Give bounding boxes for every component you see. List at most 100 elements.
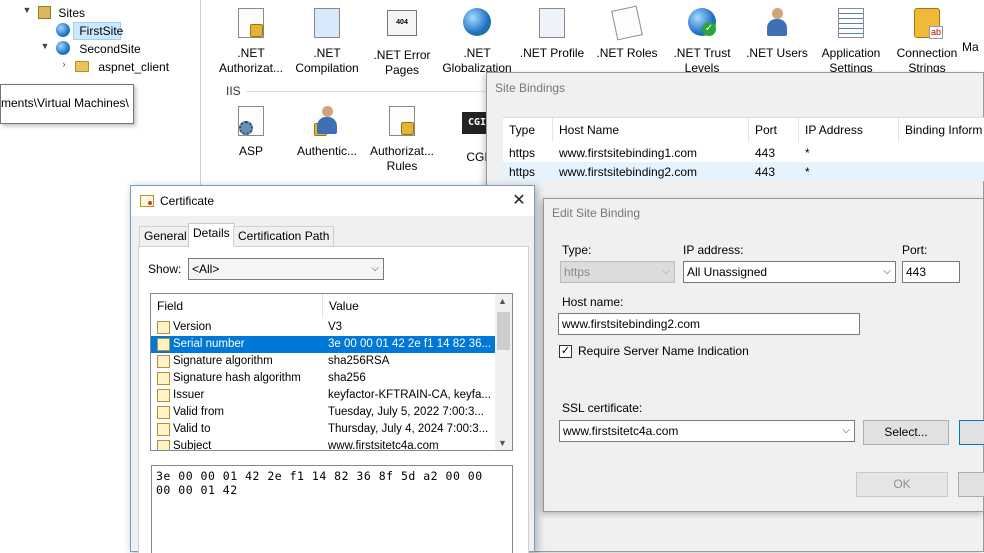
feature-net-profile[interactable]: .NET Profile	[512, 6, 592, 61]
close-icon[interactable]: ✕	[508, 190, 530, 212]
field-icon	[157, 389, 170, 402]
list-item[interactable]: Valid to Thursday, July 4, 2024 7:00:3..…	[151, 421, 495, 438]
field-name: Version	[173, 321, 212, 333]
feature-net-authorization[interactable]: .NET Authorizat...	[211, 6, 291, 76]
chevron-down-icon[interactable]: ▼	[22, 5, 32, 15]
column-header-type[interactable]: Type	[503, 118, 553, 142]
tree-item-app-pools[interactable]: · · ·	[18, 0, 37, 4]
host-name-field[interactable]: www.firstsitebinding2.com	[558, 313, 860, 335]
tab-certification-path[interactable]: Certification Path	[233, 226, 335, 246]
tree-item-firstsite[interactable]: FirstSite	[56, 22, 123, 40]
ssl-certificate-label: SSL certificate:	[562, 401, 643, 415]
tree-item-sites[interactable]: Sites	[38, 4, 85, 22]
chevron-right-icon[interactable]: ›	[59, 59, 69, 69]
dialog-title: Site Bindings	[495, 81, 566, 95]
sni-checkbox[interactable]: ✓	[559, 345, 572, 358]
feature-label: Authentic...	[296, 144, 358, 158]
list-item[interactable]: Signature algorithm sha256RSA	[151, 353, 495, 370]
scroll-up-icon[interactable]: ▲	[498, 296, 507, 306]
field-name: Issuer	[173, 389, 205, 401]
feature-authentication[interactable]: Authentic...	[287, 104, 367, 159]
feature-label: .NET	[237, 46, 265, 60]
tree-item-aspnet-client[interactable]: aspnet_client	[75, 58, 169, 76]
feature-application-settings[interactable]: Application Settings	[811, 6, 891, 76]
field-icon	[157, 423, 170, 436]
chevron-down-icon: ⌵	[842, 425, 850, 436]
ip-address-value: All Unassigned	[687, 265, 768, 279]
table-cell[interactable]: 443	[749, 163, 775, 182]
feature-net-error-pages[interactable]: 404 .NET Error Pages	[362, 6, 442, 78]
field-name: Valid from	[173, 406, 224, 418]
feature-net-globalization[interactable]: .NET Globalization	[437, 6, 517, 76]
feature-label: Pages	[384, 63, 420, 77]
feature-label: .NET Roles	[596, 46, 658, 60]
table-cell[interactable]: *	[799, 144, 810, 163]
table-cell[interactable]: https	[503, 144, 535, 163]
feature-asp[interactable]: ASP	[211, 104, 291, 159]
net-roles-icon	[611, 5, 643, 41]
chevron-down-icon[interactable]: ▼	[40, 41, 50, 51]
select-certificate-button[interactable]: Select...	[863, 420, 949, 445]
dialog-title: Certificate	[160, 194, 215, 208]
list-item[interactable]: Version V3	[151, 319, 495, 336]
field-value-textbox[interactable]: 3e 00 00 01 42 2e f1 14 82 36 8f 5d a2 0…	[151, 465, 513, 553]
column-header-port[interactable]: Port	[749, 118, 799, 142]
tab-details[interactable]: Details	[188, 223, 235, 247]
feature-label: .NET Error	[373, 48, 431, 62]
column-header-value[interactable]: Value	[323, 294, 495, 318]
feature-net-trust-levels[interactable]: ✓ .NET Trust Levels	[662, 6, 742, 76]
list-item[interactable]: Signature hash algorithm sha256	[151, 370, 495, 387]
feature-net-compilation[interactable]: .NET Compilation	[287, 6, 367, 76]
net-error-pages-icon: 404	[387, 10, 417, 36]
certificate-icon	[140, 195, 154, 207]
field-icon	[157, 406, 170, 419]
ssl-certificate-value: www.firstsitetc4a.com	[563, 424, 679, 438]
table-cell[interactable]: www.firstsitebinding1.com	[553, 144, 697, 163]
ip-address-dropdown[interactable]: All Unassigned ⌵	[683, 261, 896, 283]
tree-item-label: aspnet_client	[98, 60, 170, 74]
host-name-label: Host name:	[562, 295, 624, 309]
show-dropdown[interactable]: <All> ⌵	[188, 258, 384, 280]
field-icon	[157, 355, 170, 368]
ssl-certificate-dropdown[interactable]: www.firstsitetc4a.com ⌵	[559, 420, 855, 442]
table-cell[interactable]: 443	[749, 144, 775, 163]
field-value: sha256RSA	[328, 355, 390, 367]
list-item-selected[interactable]: Serial number 3e 00 00 01 42 2e f1 14 82…	[151, 336, 495, 353]
asp-icon	[238, 106, 264, 136]
list-item[interactable]: Valid from Tuesday, July 5, 2022 7:00:3.…	[151, 404, 495, 421]
feature-machine-key[interactable]: Ma	[962, 6, 984, 55]
port-field[interactable]: 443	[902, 261, 960, 283]
field-icon	[157, 440, 170, 450]
scrollbar-thumb[interactable]	[497, 312, 510, 350]
feature-connection-strings[interactable]: ab Connection Strings	[887, 6, 967, 76]
ok-button[interactable]: OK	[856, 472, 948, 497]
field-value: Tuesday, July 5, 2022 7:00:3...	[328, 406, 484, 418]
column-header-ip-address[interactable]: IP Address	[799, 118, 899, 142]
dialog-title: Edit Site Binding	[552, 206, 641, 220]
column-header-host-name[interactable]: Host Name	[553, 118, 749, 142]
fields-list: Field Value Version V3 Serial number 3e …	[150, 293, 513, 451]
feature-authorization-rules[interactable]: Authorizat... Rules	[362, 104, 442, 174]
scroll-down-icon[interactable]: ▼	[498, 438, 507, 448]
feature-label: Application	[821, 46, 881, 60]
feature-net-users[interactable]: .NET Users	[737, 6, 817, 61]
feature-label: Authorizat...	[218, 61, 284, 75]
list-item[interactable]: Subject www.firstsitetc4a.com	[151, 438, 495, 450]
globe-icon	[56, 23, 70, 37]
table-cell[interactable]: https	[503, 163, 535, 182]
tab-general[interactable]: General	[139, 226, 192, 246]
tree-item-secondsite[interactable]: SecondSite	[56, 40, 141, 58]
feature-net-roles[interactable]: .NET Roles	[587, 5, 667, 61]
cancel-button[interactable]	[958, 472, 984, 497]
table-cell[interactable]: www.firstsitebinding2.com	[553, 163, 697, 182]
list-item[interactable]: Issuer keyfactor-KFTRAIN-CA, keyfa...	[151, 387, 495, 404]
column-header-field[interactable]: Field	[151, 294, 323, 318]
section-label-iis: IIS	[226, 84, 241, 98]
feature-label: ASP	[238, 144, 263, 158]
column-header-binding-info[interactable]: Binding Inform	[899, 118, 984, 142]
field-name: Serial number	[173, 338, 245, 350]
certificate-dialog: Certificate ✕ General Details Certificat…	[130, 185, 535, 553]
table-cell[interactable]: *	[799, 163, 810, 182]
view-certificate-button[interactable]	[959, 420, 984, 445]
field-name: Signature algorithm	[173, 355, 273, 367]
